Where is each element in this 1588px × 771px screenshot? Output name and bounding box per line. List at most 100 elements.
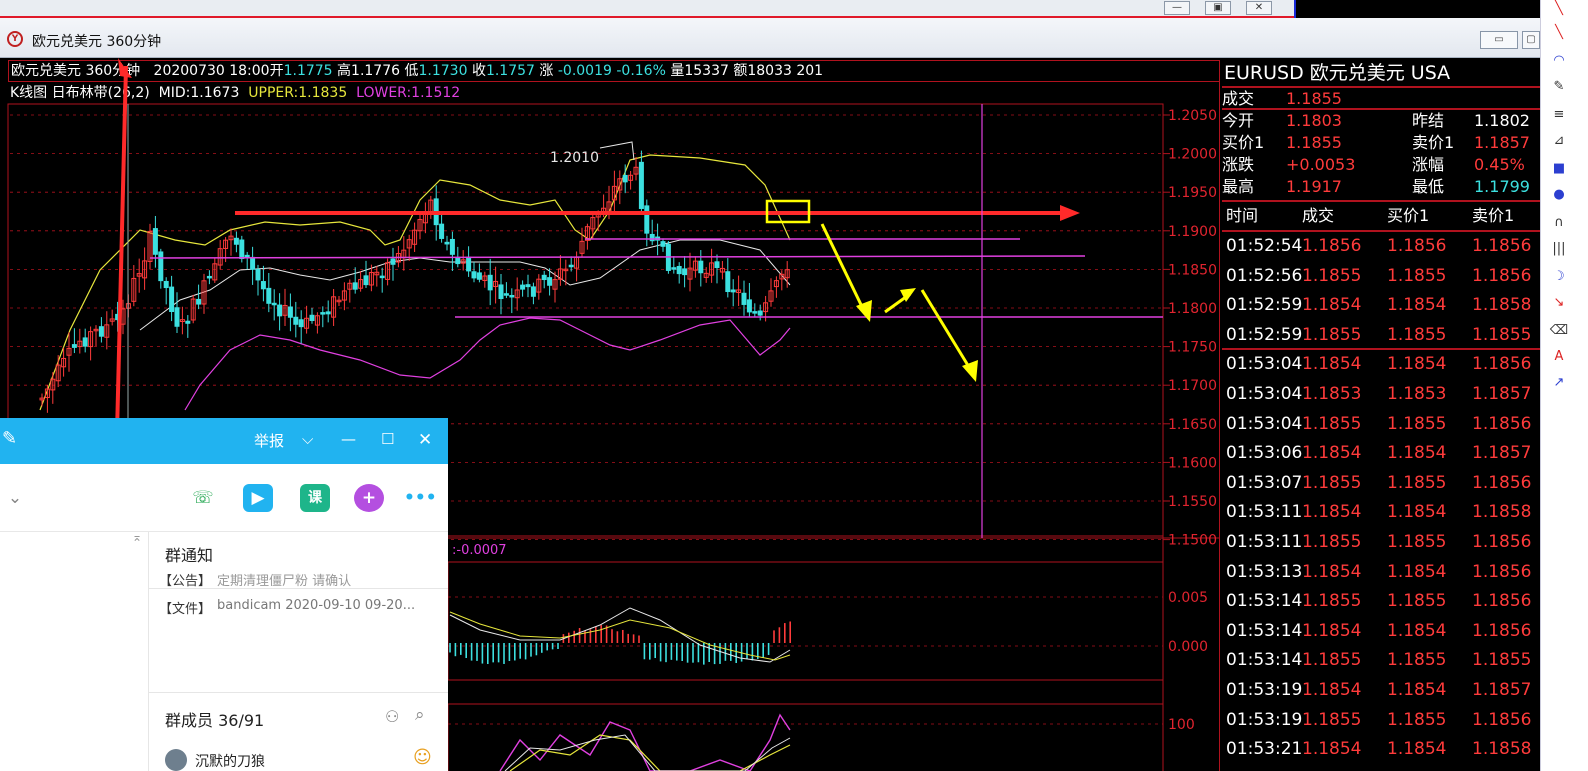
price-tick-label: 1.1900: [1168, 224, 1217, 240]
tick-cell: 01:53:04: [1226, 384, 1303, 404]
drawing-toolbar: ╲ ╲ ◠ ✎ ≡ ⊿ ■ ● ∩ ||| ☽ ↘ ⌫ A ↗: [1540, 0, 1588, 771]
moon-tool-icon[interactable]: ☽: [1549, 268, 1569, 286]
notice-text[interactable]: 定期清理僵尸粉 请确认: [217, 570, 351, 589]
tick-cell: 1.1854: [1302, 680, 1362, 700]
qq-maximize-icon[interactable]: ☐: [381, 430, 394, 448]
text-tool-icon[interactable]: A: [1549, 348, 1569, 366]
chart-minimize-button[interactable]: ▭: [1480, 31, 1518, 49]
candle-body: [449, 238, 455, 255]
tick-cell: 1.1855: [1302, 532, 1362, 552]
tick-cell: 01:53:21: [1226, 739, 1303, 760]
course-icon[interactable]: 课: [300, 484, 330, 512]
table-row: 01:53:14 1.1854 1.1854 1.1856: [1222, 617, 1540, 646]
tick-cell: 01:53:07: [1226, 472, 1303, 493]
line-tool-icon[interactable]: ╲: [1549, 0, 1569, 18]
tick-cell: 1.1855: [1387, 324, 1447, 345]
tick-cell: 1.1855: [1387, 591, 1447, 612]
candle-body: [644, 205, 650, 234]
table-row: 01:53:04 1.1855 1.1855 1.1856: [1222, 410, 1540, 439]
more-icon[interactable]: •••: [404, 484, 437, 512]
trade-value: 1.1855: [1286, 89, 1342, 108]
candle-body: [757, 310, 763, 316]
report-link[interactable]: 举报: [254, 430, 284, 451]
add-app-icon[interactable]: +: [354, 484, 384, 512]
qq-group-window: ✎ 举报 ⌵ — ☐ ✕ ⌄ ☏ ▶ 课 + ••• ⌅ 群通知 【公告】 定期…: [0, 418, 448, 771]
tick-cell: 1.1855: [1302, 472, 1362, 493]
member-name[interactable]: 沉默的刀狼: [195, 751, 265, 771]
prev-value: 1.1802: [1474, 111, 1530, 130]
rectangle-tool-icon[interactable]: ■: [1549, 160, 1569, 178]
table-row: 01:52:56 1.1855 1.1855 1.1856: [1222, 262, 1540, 291]
arrowhead-down-2: [962, 360, 978, 382]
arrow-tool-icon[interactable]: ↘: [1549, 294, 1569, 312]
tick-cell: 1.1856: [1472, 265, 1532, 286]
arrow-down-2: [920, 289, 974, 373]
phone-icon[interactable]: ☏: [188, 484, 218, 512]
tick-cell: 1.1858: [1472, 739, 1532, 760]
price-tick-label: 1.1800: [1168, 301, 1217, 317]
candle-body: [71, 344, 77, 348]
chevron-down-icon[interactable]: ⌵: [302, 430, 313, 448]
open-label: 今开: [1222, 111, 1255, 130]
close-button[interactable]: ✕: [1246, 1, 1272, 15]
candle-body: [439, 223, 445, 239]
minimize-button[interactable]: —: [1164, 1, 1190, 15]
magenta-level-2: [149, 255, 1086, 259]
table-row: 01:53:14 1.1855 1.1855 1.1856: [1222, 587, 1540, 616]
notice-tag: 【公告】: [159, 574, 212, 589]
candle-body: [530, 286, 536, 297]
candle-body: [266, 287, 272, 304]
member-manage-icon[interactable]: ⚇: [385, 707, 399, 726]
wave-tool-icon[interactable]: ∩: [1549, 214, 1569, 232]
ask-value: 1.1857: [1474, 133, 1530, 152]
ray-tool-icon[interactable]: ╲: [1549, 24, 1569, 42]
restore-button[interactable]: ▣: [1205, 1, 1231, 15]
macd-tick-label: 0.005: [1168, 590, 1208, 606]
window-title: 欧元兑美元 360分钟: [32, 34, 162, 50]
candle-body: [325, 311, 331, 315]
tick-cell: 1.1855: [1472, 650, 1532, 671]
collapse-icon[interactable]: ⌅: [132, 530, 142, 544]
qq-close-icon[interactable]: ✕: [418, 430, 432, 450]
expand-chevron-icon[interactable]: ⌄: [0, 484, 30, 512]
tick-cell: 1.1854: [1302, 354, 1362, 375]
red-pointer-arrowhead: [118, 58, 132, 78]
table-row: 01:53:19 1.1855 1.1855 1.1856: [1222, 706, 1540, 735]
candle-body: [363, 275, 369, 286]
tick-cell: 1.1856: [1302, 236, 1362, 256]
tick-table-header: 时间 成交 买价1 卖价1: [1222, 200, 1540, 228]
file-text[interactable]: bandicam 2020-09-10 09-20...: [217, 598, 415, 613]
candle-body: [352, 282, 358, 290]
pen-tool-icon[interactable]: ✎: [1549, 78, 1569, 96]
search-icon[interactable]: ⌕: [415, 705, 425, 725]
file-tag: 【文件】: [159, 602, 212, 617]
os-top-bar: — ▣ ✕: [0, 0, 1588, 18]
avatar[interactable]: [165, 749, 187, 771]
tick-cell: 1.1856: [1472, 620, 1532, 641]
video-call-icon[interactable]: ▶: [243, 484, 273, 512]
qq-minimize-icon[interactable]: —: [341, 430, 356, 448]
tick-cell: 01:53:11: [1226, 532, 1303, 552]
parallel-lines-icon[interactable]: ≡: [1549, 106, 1569, 124]
tick-cell: 1.1853: [1387, 384, 1447, 404]
trade-label: 成交: [1222, 89, 1255, 108]
edit-icon[interactable]: ✎: [2, 428, 17, 449]
eraser-tool-icon[interactable]: ⌫: [1549, 322, 1569, 340]
arc-tool-icon[interactable]: ◠: [1549, 52, 1569, 70]
tick-cell: 1.1853: [1302, 384, 1362, 404]
fan-tool-icon[interactable]: ⊿: [1549, 132, 1569, 150]
tick-cell: 1.1855: [1387, 472, 1447, 493]
table-row: 01:53:11 1.1854 1.1854 1.1858: [1222, 498, 1540, 527]
tick-cell: 1.1855: [1302, 591, 1362, 612]
bid-label: 买价1: [1222, 133, 1265, 152]
chart-maximize-button[interactable]: ▢: [1522, 31, 1540, 49]
cycle-lines-icon[interactable]: |||: [1549, 240, 1569, 258]
tick-cell: 1.1855: [1387, 265, 1447, 286]
qq-action-bar: ⌄ ☏ ▶ 课 + •••: [0, 464, 448, 532]
trend-tool-icon[interactable]: ↗: [1549, 374, 1569, 392]
dif-line: [449, 607, 791, 663]
ellipse-tool-icon[interactable]: ●: [1549, 186, 1569, 204]
open-value: 1.1803: [1286, 111, 1342, 130]
tick-cell: 01:53:19: [1226, 709, 1303, 730]
tick-header-bid: 买价1: [1387, 206, 1430, 225]
